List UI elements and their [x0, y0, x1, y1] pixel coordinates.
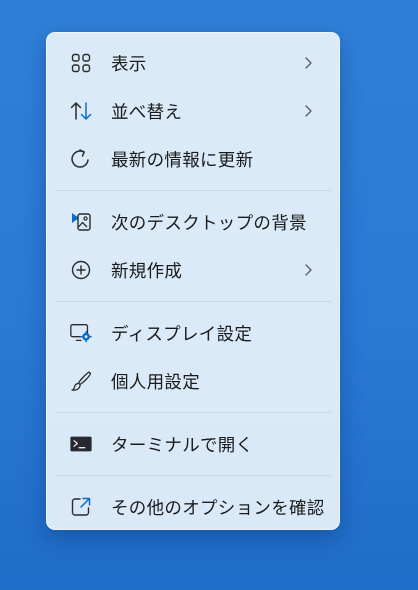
menu-item-label: ターミナルで開く [111, 435, 254, 456]
chevron-right-icon [305, 264, 312, 276]
sort-arrows-icon [69, 99, 93, 123]
more-options-icon [69, 495, 93, 519]
menu-item-view[interactable]: 表示 [47, 39, 339, 87]
new-plus-icon [69, 258, 93, 282]
view-grid-icon [69, 51, 93, 75]
menu-item-personalize[interactable]: 個人用設定 [47, 357, 339, 405]
menu-item-new[interactable]: 新規作成 [47, 246, 339, 294]
desktop-context-menu: 表示 並べ替え 最新の情報に更新 次のデスクトップの背景 新規作成 ディスプレイ… [46, 32, 340, 530]
menu-item-label: 新規作成 [111, 261, 183, 282]
menu-separator [55, 301, 331, 302]
menu-item-label: ディスプレイ設定 [111, 324, 253, 345]
chevron-right-icon [305, 57, 312, 69]
menu-item-refresh[interactable]: 最新の情報に更新 [47, 135, 339, 183]
menu-item-label: 並べ替え [111, 102, 183, 123]
menu-separator [55, 412, 331, 413]
terminal-icon [69, 432, 93, 456]
personalize-brush-icon [69, 369, 93, 393]
menu-item-display-settings[interactable]: ディスプレイ設定 [47, 309, 339, 357]
menu-item-label: 最新の情報に更新 [111, 150, 254, 171]
chevron-right-icon [305, 105, 312, 117]
menu-item-show-more-options[interactable]: その他のオプションを確認 [47, 483, 339, 531]
menu-separator [55, 190, 331, 191]
menu-item-label: 表示 [111, 54, 147, 75]
menu-item-next-background[interactable]: 次のデスクトップの背景 [47, 198, 339, 246]
menu-item-label: その他のオプションを確認 [111, 498, 325, 519]
display-settings-icon [69, 321, 93, 345]
menu-item-label: 次のデスクトップの背景 [111, 213, 307, 234]
menu-item-sort[interactable]: 並べ替え [47, 87, 339, 135]
refresh-icon [69, 147, 93, 171]
menu-item-open-terminal[interactable]: ターミナルで開く [47, 420, 339, 468]
menu-item-label: 個人用設定 [111, 372, 200, 393]
menu-separator [55, 475, 331, 476]
next-background-icon [69, 210, 93, 234]
